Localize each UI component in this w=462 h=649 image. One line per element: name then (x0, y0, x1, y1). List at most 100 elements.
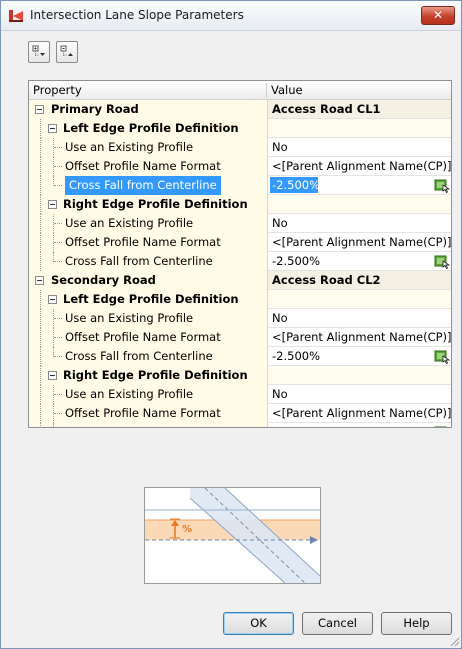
pick-from-drawing-icon[interactable] (434, 254, 450, 269)
property-cell[interactable]: Use an Existing Profile (29, 214, 267, 233)
app-icon (9, 10, 23, 22)
property-value: -2.500% (272, 425, 320, 427)
value-cell[interactable]: <[Parent Alignment Name(CP)]... (267, 157, 451, 176)
property-row[interactable]: Offset Profile Name Format <[Parent Align… (29, 233, 451, 252)
property-cell[interactable]: Left Edge Profile Definition (29, 119, 267, 138)
value-cell (267, 119, 451, 138)
value-cell[interactable]: -2.500% (267, 423, 451, 428)
property-row[interactable]: Offset Profile Name Format <[Parent Align… (29, 328, 451, 347)
collapse-toggle-icon[interactable] (48, 124, 57, 133)
subsection-row[interactable]: Left Edge Profile Definition (29, 119, 451, 138)
tree-line (40, 404, 41, 423)
tree-line (40, 138, 41, 157)
property-label: Secondary Road (51, 273, 156, 287)
property-label: Cross Fall from Centerline (65, 254, 213, 268)
value-cell (267, 366, 451, 385)
property-row[interactable]: Use an Existing Profile No (29, 138, 451, 157)
value-cell[interactable]: No (267, 385, 451, 404)
property-label: Use an Existing Profile (65, 311, 194, 325)
close-button[interactable]: ✕ (421, 6, 455, 25)
value-column-header[interactable]: Value (267, 81, 451, 100)
value-cell (267, 290, 451, 309)
subsection-row[interactable]: Left Edge Profile Definition (29, 290, 451, 309)
property-row[interactable]: Offset Profile Name Format <[Parent Align… (29, 157, 451, 176)
subsection-row[interactable]: Right Edge Profile Definition (29, 366, 451, 385)
value-cell[interactable]: No (267, 214, 451, 233)
property-cell[interactable]: Cross Fall from Centerline (29, 347, 267, 366)
tree-line (40, 385, 41, 404)
tree-line (54, 356, 62, 357)
collapse-all-button[interactable] (56, 41, 78, 63)
value-cell[interactable]: -2.500% (267, 347, 451, 366)
property-row[interactable]: Cross Fall from Centerline -2.500% (29, 347, 451, 366)
help-button[interactable]: Help (381, 612, 452, 635)
collapse-toggle-icon[interactable] (48, 371, 57, 380)
property-cell[interactable]: Secondary Road (29, 271, 267, 290)
property-cell[interactable]: Left Edge Profile Definition (29, 290, 267, 309)
property-column-header[interactable]: Property (29, 81, 266, 100)
section-row[interactable]: Secondary Road Access Road CL2 (29, 271, 451, 290)
collapse-all-icon (60, 45, 73, 57)
collapse-toggle-icon[interactable] (35, 105, 44, 114)
value-cell[interactable]: -2.500% (267, 176, 451, 195)
property-value: <[Parent Alignment Name(CP)]... (272, 159, 451, 173)
property-cell[interactable]: Primary Road (29, 100, 267, 119)
property-row[interactable]: Use an Existing Profile No (29, 214, 451, 233)
property-cell[interactable]: Right Edge Profile Definition (29, 195, 267, 214)
property-cell[interactable]: Offset Profile Name Format (29, 328, 267, 347)
collapse-toggle-icon[interactable] (48, 200, 57, 209)
property-cell[interactable]: Use an Existing Profile (29, 138, 267, 157)
property-row[interactable]: Cross Fall from Centerline -2.500% (29, 252, 451, 271)
value-cell[interactable]: -2.500% (267, 252, 451, 271)
property-cell[interactable]: Use an Existing Profile (29, 385, 267, 404)
collapse-toggle-icon[interactable] (35, 276, 44, 285)
tree-line (40, 233, 41, 252)
tree-line (54, 261, 62, 262)
property-value: <[Parent Alignment Name(CP)]... (272, 406, 451, 420)
property-cell[interactable]: Cross Fall from Centerline (29, 423, 267, 427)
property-cell[interactable]: Offset Profile Name Format (29, 233, 267, 252)
expand-all-button[interactable] (28, 41, 50, 63)
property-cell[interactable]: Offset Profile Name Format (29, 157, 267, 176)
tree-line (40, 366, 41, 385)
section-row[interactable]: Primary Road Access Road CL1 (29, 100, 451, 119)
value-cell[interactable]: No (267, 309, 451, 328)
property-grid[interactable]: Property Value Primary Road Access Road C… (28, 80, 452, 428)
tree-line (40, 176, 41, 195)
property-label: Use an Existing Profile (65, 216, 194, 230)
property-row[interactable]: Offset Profile Name Format <[Parent Align… (29, 404, 451, 423)
title-bar[interactable]: Intersection Lane Slope Parameters ✕ (1, 1, 461, 31)
value-cell[interactable]: <[Parent Alignment Name(CP)]... (267, 404, 451, 423)
property-value: -2.500% (272, 254, 320, 268)
pick-from-drawing-icon[interactable] (434, 425, 450, 428)
property-cell[interactable]: Use an Existing Profile (29, 309, 267, 328)
pick-from-drawing-icon[interactable] (434, 349, 450, 364)
property-cell[interactable]: Offset Profile Name Format (29, 404, 267, 423)
property-cell[interactable]: Cross Fall from Centerline (29, 252, 267, 271)
property-value: <[Parent Alignment Name(CP)]... (272, 330, 451, 344)
pick-from-drawing-icon[interactable] (434, 178, 450, 193)
dialog-window: Intersection Lane Slope Parameters ✕ Pro… (0, 0, 462, 649)
value-cell[interactable]: No (267, 138, 451, 157)
subsection-row[interactable]: Right Edge Profile Definition (29, 195, 451, 214)
property-value: <[Parent Alignment Name(CP)]... (272, 235, 451, 249)
resize-grip-icon[interactable] (449, 636, 460, 647)
tree-line (40, 347, 41, 366)
property-cell[interactable]: Cross Fall from Centerline (29, 176, 267, 195)
value-cell[interactable]: <[Parent Alignment Name(CP)]... (267, 328, 451, 347)
property-row[interactable]: Cross Fall from Centerline -2.500% (29, 423, 451, 428)
property-label: Cross Fall from Centerline (65, 176, 221, 195)
property-cell[interactable]: Right Edge Profile Definition (29, 366, 267, 385)
cancel-button[interactable]: Cancel (302, 612, 373, 635)
property-row[interactable]: Use an Existing Profile No (29, 385, 451, 404)
intersection-diagram: % (145, 487, 321, 584)
property-row[interactable]: Cross Fall from Centerline -2.500% (29, 176, 451, 195)
property-label: Right Edge Profile Definition (63, 197, 248, 211)
value-cell[interactable]: <[Parent Alignment Name(CP)]... (267, 233, 451, 252)
cross-fall-input[interactable]: -2.500% (270, 177, 320, 193)
tree-line (40, 328, 41, 347)
collapse-toggle-icon[interactable] (48, 295, 57, 304)
ok-button[interactable]: OK (223, 612, 294, 635)
property-value: No (272, 140, 288, 154)
property-row[interactable]: Use an Existing Profile No (29, 309, 451, 328)
